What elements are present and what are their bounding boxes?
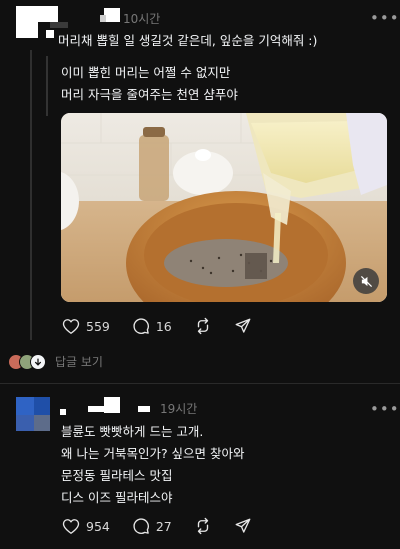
comment-button[interactable]: 27 — [132, 517, 172, 535]
heart-icon — [62, 518, 80, 534]
post-text-line-4: 디스 이즈 필라테스야 — [61, 490, 173, 505]
post-time: 19시간 — [160, 402, 198, 416]
quote-bar — [46, 56, 48, 116]
post-text-line-2: 왜 나는 거북목인가? 싶으면 찾아와 — [61, 446, 245, 461]
heart-icon — [62, 318, 80, 334]
video-frame-image — [61, 113, 387, 302]
username-censored-part — [100, 15, 106, 22]
thread-connector-line — [30, 50, 32, 340]
username-censored[interactable] — [104, 8, 120, 22]
like-button[interactable]: 559 — [62, 318, 110, 335]
quote-line-2: 머리 자극을 줄여주는 천연 샴푸야 — [61, 87, 238, 102]
username-censored[interactable] — [104, 397, 120, 413]
post-actions: 559 16 — [62, 317, 274, 335]
repost-button[interactable] — [194, 517, 212, 535]
more-options-icon[interactable]: ••• — [370, 401, 399, 417]
comment-button[interactable]: 16 — [132, 317, 172, 335]
post-video[interactable] — [61, 113, 387, 302]
thread-post-2: 19시간 ••• 블륜도 빳빳하게 드는 고개. 왜 나는 거북목인가? 싶으면… — [0, 383, 400, 549]
avatar-censored[interactable] — [16, 397, 54, 435]
username-censored-part — [88, 406, 104, 412]
comment-count: 16 — [155, 318, 172, 334]
post-text-line-1: 블륜도 빳빳하게 드는 고개. — [61, 424, 204, 439]
username-censored-part — [60, 409, 66, 415]
more-options-icon[interactable]: ••• — [370, 10, 399, 26]
view-replies[interactable]: 답글 보기 — [8, 353, 103, 370]
post-text-line-3: 문정동 필라테스 맛집 — [61, 468, 173, 483]
replies-label: 답글 보기 — [55, 355, 103, 369]
post-time: 10시간 — [123, 12, 161, 26]
comment-icon — [133, 518, 149, 534]
repost-icon — [197, 317, 208, 335]
share-button[interactable] — [234, 317, 252, 335]
share-button[interactable] — [234, 517, 252, 535]
speaker-muted-icon — [360, 275, 372, 287]
chevron-down-icon — [30, 353, 46, 370]
quote-line-1: 이미 뽑힌 머리는 어쩔 수 없지만 — [61, 65, 231, 80]
send-icon — [235, 518, 251, 533]
comment-icon — [133, 318, 149, 334]
repost-button[interactable] — [194, 317, 212, 335]
like-count: 954 — [86, 518, 110, 534]
send-icon — [235, 318, 251, 333]
repost-icon — [197, 517, 208, 535]
post-actions: 954 27 — [62, 517, 274, 535]
comment-count: 27 — [155, 518, 172, 534]
thread-post-1: 10시간 ••• 머리채 뽑힐 일 생길것 같은데, 잎순을 기억해줘 :) 이… — [0, 0, 400, 383]
like-count: 559 — [86, 318, 110, 334]
post-text: 머리채 뽑힐 일 생길것 같은데, 잎순을 기억해줘 :) — [58, 33, 318, 48]
mute-button[interactable] — [353, 268, 379, 294]
like-button[interactable]: 954 — [62, 518, 110, 535]
username-censored-part — [138, 406, 150, 412]
